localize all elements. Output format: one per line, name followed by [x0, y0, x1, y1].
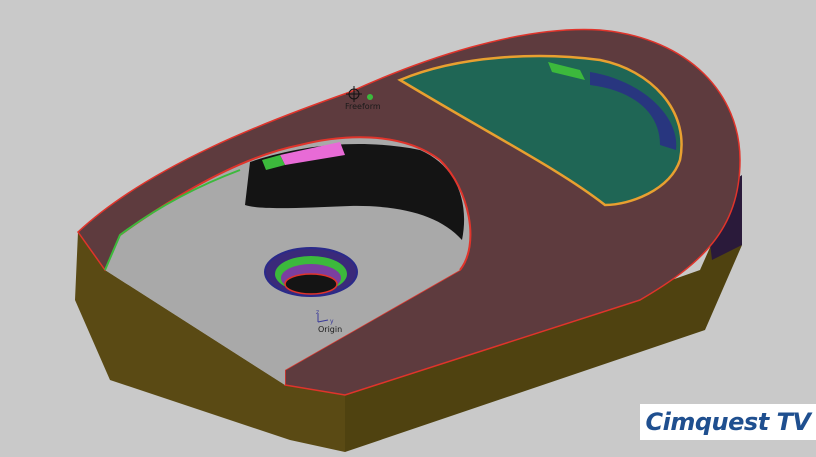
origin-z-axis-label: z	[316, 309, 320, 316]
origin-y-axis-label: y	[330, 318, 334, 325]
counterbore-hole	[284, 273, 338, 295]
brand-text: Cimquest TV	[645, 408, 811, 436]
brand-watermark: Cimquest TV	[640, 404, 816, 440]
cad-part-model[interactable]	[0, 0, 816, 457]
freeform-label: Freeform	[345, 102, 381, 111]
cad-viewport[interactable]: Freeform z y Origin Cimquest TV	[0, 0, 816, 457]
origin-label: Origin	[318, 325, 343, 334]
